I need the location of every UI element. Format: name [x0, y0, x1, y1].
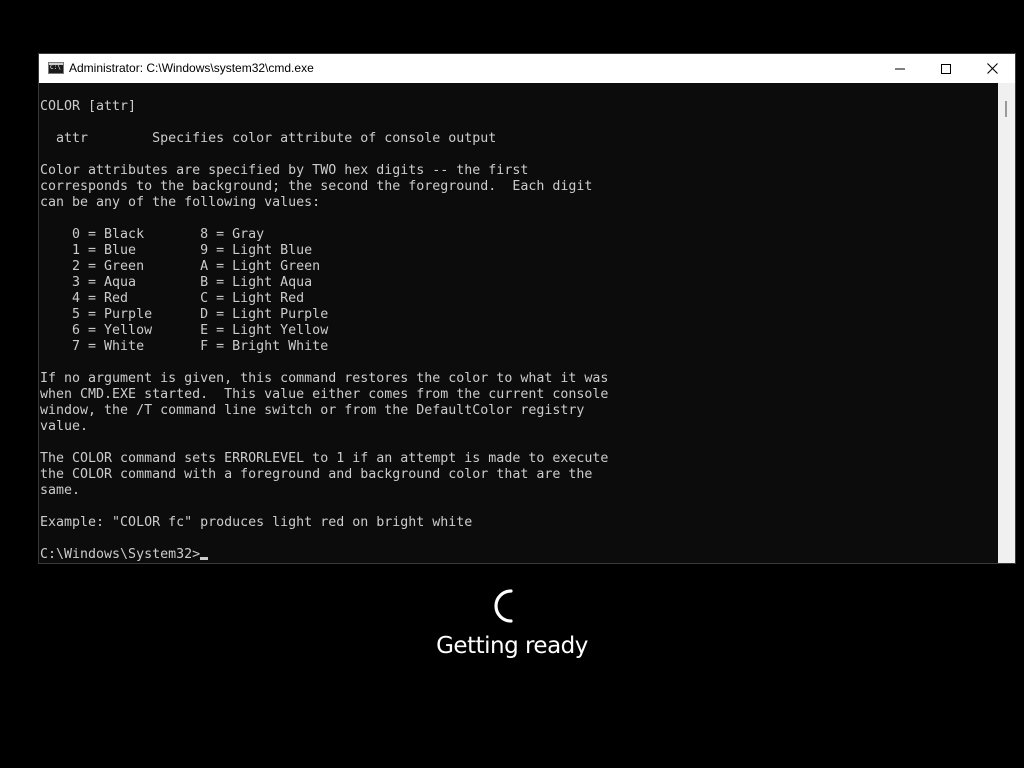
console-line: If no argument is given, this command re… [40, 371, 609, 386]
console-line: The COLOR command sets ERRORLEVEL to 1 i… [40, 451, 609, 466]
console-line: 6 = Yellow E = Light Yellow [40, 323, 329, 338]
console-line: same. [40, 483, 81, 498]
cmd-icon: C:\ [48, 62, 64, 74]
title-bar[interactable]: C:\ Administrator: C:\Windows\system32\c… [39, 54, 1015, 83]
console-line: the COLOR command with a foreground and … [40, 467, 593, 482]
console-line: value. [40, 419, 89, 434]
maximize-icon [941, 63, 951, 74]
maximize-button[interactable] [923, 54, 969, 83]
setup-status-text: Getting ready [436, 633, 588, 659]
console-line: can be any of the following values: [40, 195, 321, 210]
console-line: 0 = Black 8 = Gray [40, 227, 265, 242]
close-button[interactable] [969, 54, 1015, 83]
console-line: 7 = White F = Bright White [40, 339, 329, 354]
window-title: Administrator: C:\Windows\system32\cmd.e… [69, 61, 314, 75]
loading-spinner-icon [494, 589, 513, 623]
command-prompt-line[interactable]: C:\Windows\System32> [40, 547, 209, 563]
console-line: Color attributes are specified by TWO he… [40, 163, 529, 178]
console-line: 4 = Red C = Light Red [40, 291, 305, 306]
console-line: when CMD.EXE started. This value either … [40, 387, 609, 402]
console-line: window, the /T command line switch or fr… [40, 403, 585, 418]
console-line: corresponds to the background; the secon… [40, 179, 593, 194]
cmd-window: C:\ Administrator: C:\Windows\system32\c… [38, 53, 1016, 564]
console-line: COLOR [attr] [40, 99, 137, 114]
console-line: 5 = Purple D = Light Purple [40, 307, 329, 322]
console-line: attr Specifies color attribute of consol… [40, 131, 497, 146]
scroll-thumb[interactable] [1005, 101, 1007, 117]
console-line: 3 = Aqua B = Light Aqua [40, 275, 313, 290]
command-prompt: C:\Windows\System32> [40, 547, 201, 562]
console-line: Example: "COLOR fc" produces light red o… [40, 515, 473, 530]
minimize-button[interactable] [877, 54, 923, 83]
console-line: 2 = Green A = Light Green [40, 259, 321, 274]
minimize-icon [895, 68, 905, 69]
text-cursor [200, 557, 209, 560]
close-icon [986, 63, 998, 74]
console-line: 1 = Blue 9 = Light Blue [40, 243, 313, 258]
console-output[interactable]: COLOR [attr] attr Specifies color attrib… [39, 83, 999, 563]
vertical-scrollbar[interactable] [998, 83, 1015, 563]
